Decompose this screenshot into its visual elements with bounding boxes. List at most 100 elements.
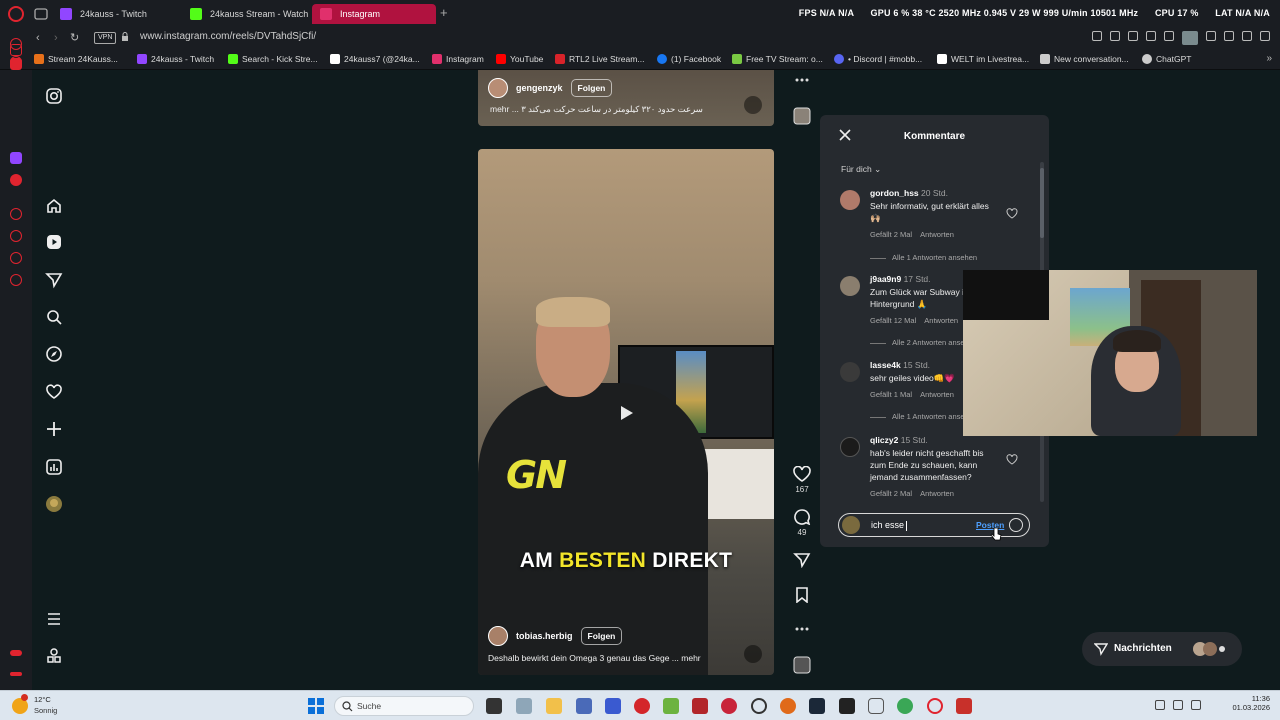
search-icon[interactable] — [45, 308, 63, 326]
explore-icon[interactable] — [45, 345, 63, 363]
reel-caption[interactable]: سرعت حدود ۳۲۰ کیلومتر در ساعت حرکت می‌کن… — [490, 104, 720, 115]
comment-username[interactable]: lasse4k — [870, 360, 901, 370]
home-icon[interactable] — [45, 197, 63, 215]
app-icon[interactable] — [956, 698, 972, 714]
comment-likes[interactable]: Gefällt 2 Mal — [870, 230, 912, 239]
save-bookmark-icon[interactable] — [792, 587, 812, 603]
follow-button[interactable]: Folgen — [570, 79, 613, 97]
app-icon[interactable] — [692, 698, 708, 714]
download-icon[interactable] — [1224, 31, 1234, 41]
reel-username[interactable]: tobias.herbig — [516, 631, 573, 641]
settings-icon[interactable] — [10, 274, 22, 286]
reels-icon[interactable] — [45, 233, 63, 251]
dashboard-icon[interactable] — [45, 458, 63, 476]
comments-sort-dropdown[interactable]: Für dich ⌄ — [841, 164, 881, 175]
weather-description[interactable]: Sonnig — [34, 706, 57, 715]
bookmark-item[interactable]: • Discord | #mobb... — [834, 53, 922, 65]
bookmarks-overflow-icon[interactable]: » — [1266, 53, 1272, 64]
reply-button[interactable]: Antworten — [920, 489, 954, 498]
more-options-icon[interactable] — [792, 75, 812, 85]
network-icon[interactable] — [1173, 700, 1183, 710]
more-apps-icon[interactable] — [45, 647, 63, 665]
volume-icon[interactable] — [1191, 700, 1201, 710]
like-button[interactable]: 167 — [792, 466, 812, 494]
avatar[interactable] — [840, 437, 860, 457]
avatar[interactable] — [488, 626, 508, 646]
profile-avatar[interactable] — [1182, 31, 1198, 45]
chrome-icon[interactable] — [897, 698, 913, 714]
vpn-badge[interactable]: VPN — [94, 32, 117, 44]
view-replies-button[interactable]: Alle 1 Antworten ansehen — [870, 412, 977, 421]
player-icon[interactable] — [10, 208, 22, 220]
bookmark-item[interactable]: ChatGPT — [1142, 53, 1191, 65]
app-icon[interactable] — [605, 698, 621, 714]
profile-avatar[interactable] — [45, 495, 63, 513]
comment-input-value[interactable]: ich esse — [871, 520, 908, 531]
volume-icon[interactable] — [744, 645, 762, 663]
bookmark-item[interactable]: Instagram — [432, 53, 484, 65]
comment-likes[interactable]: Gefällt 1 Mal — [870, 390, 912, 399]
share-icon[interactable] — [792, 552, 812, 568]
audio-thumbnail[interactable] — [792, 656, 812, 674]
comment-like-icon[interactable] — [1006, 208, 1018, 219]
task-view-icon[interactable] — [486, 698, 502, 714]
volume-icon[interactable] — [744, 96, 762, 114]
create-plus-icon[interactable] — [45, 420, 63, 438]
windows-start-icon[interactable] — [308, 698, 324, 714]
heart-icon[interactable] — [1164, 31, 1174, 41]
comment-button[interactable]: 49 — [792, 509, 812, 537]
bookmark-item[interactable]: Search - Kick Stre... — [228, 53, 318, 65]
scrollbar-thumb[interactable] — [1040, 168, 1044, 238]
emoji-icon[interactable] — [1009, 518, 1023, 532]
steam-icon[interactable] — [809, 698, 825, 714]
file-explorer-icon[interactable] — [546, 698, 562, 714]
notifications-heart-icon[interactable] — [45, 383, 63, 401]
history-icon[interactable] — [10, 230, 22, 242]
play-icon[interactable] — [616, 403, 636, 423]
tab-instagram[interactable]: Instagram — [312, 4, 436, 24]
tab-kick[interactable]: 24kauss Stream - Watch — [182, 4, 310, 24]
opera-gx-icon[interactable] — [927, 698, 943, 714]
messenger-icon[interactable] — [10, 174, 22, 186]
bookmark-item[interactable]: RTL2 Live Stream... — [555, 53, 644, 65]
play-icon[interactable] — [1146, 31, 1156, 41]
bookmark-item[interactable]: WELT im Livestrea... — [937, 53, 1029, 65]
shield-icon[interactable] — [1128, 31, 1138, 41]
gx-icon[interactable] — [10, 650, 22, 656]
menu-icon[interactable] — [45, 610, 63, 628]
new-tab-button[interactable]: + — [440, 6, 448, 20]
bookmark-item[interactable]: New conversation... — [1040, 53, 1129, 65]
taskbar-search[interactable]: Suche — [334, 696, 474, 716]
back-icon[interactable]: ‹ — [36, 32, 40, 44]
forward-icon[interactable]: › — [54, 32, 58, 44]
more-icon[interactable] — [10, 672, 22, 676]
reel-caption[interactable]: Deshalb bewirkt dein Omega 3 genau das G… — [488, 653, 701, 663]
reload-icon[interactable]: ↻ — [70, 32, 79, 44]
reel-username[interactable]: gengenzyk — [516, 83, 563, 93]
snapshot-icon[interactable] — [1110, 31, 1120, 41]
opera-logo-icon[interactable] — [8, 6, 24, 22]
calculator-icon[interactable] — [516, 698, 532, 714]
bookmark-item[interactable]: 24kauss - Twitch — [137, 53, 214, 65]
clock[interactable]: 11:36 01.03.2026 — [1232, 694, 1270, 712]
reel-previous[interactable]: gengenzyk Folgen سرعت حدود ۳۲۰ کیلومتر د… — [478, 70, 774, 126]
app-icon[interactable] — [634, 698, 650, 714]
obs-icon[interactable] — [751, 698, 767, 714]
avatar[interactable] — [840, 276, 860, 296]
tab-twitch[interactable]: 24kauss - Twitch — [52, 4, 180, 24]
comment-likes[interactable]: Gefällt 12 Mal — [870, 316, 916, 325]
view-replies-button[interactable]: Alle 1 Antworten ansehen — [870, 253, 977, 262]
workspace-icon[interactable] — [10, 58, 22, 70]
app-icon[interactable] — [839, 698, 855, 714]
bookmark-item[interactable]: YouTube — [496, 53, 543, 65]
more-options-icon[interactable] — [792, 625, 812, 633]
app-icon[interactable] — [780, 698, 796, 714]
instagram-logo-icon[interactable] — [45, 87, 63, 105]
app-icon[interactable] — [721, 698, 737, 714]
downloads-icon[interactable] — [10, 252, 22, 264]
ai-icon[interactable] — [1242, 31, 1252, 41]
messages-button[interactable]: Nachrichten — [1082, 632, 1242, 666]
app-icon[interactable] — [868, 698, 884, 714]
bookmark-item[interactable]: Stream 24Kauss... — [34, 53, 118, 65]
comment-likes[interactable]: Gefällt 2 Mal — [870, 489, 912, 498]
